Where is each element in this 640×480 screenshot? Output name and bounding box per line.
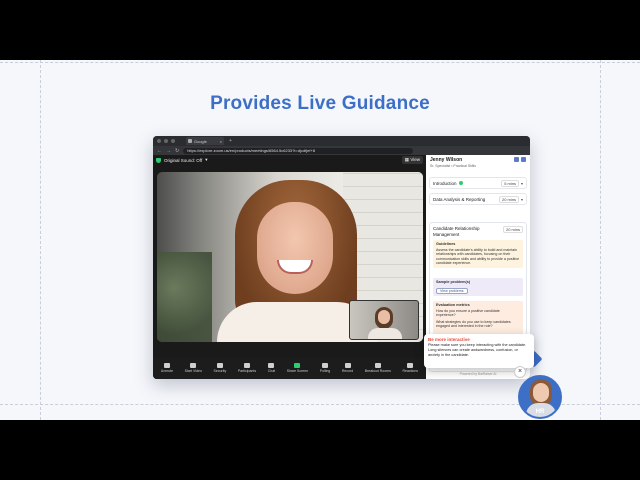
poll-icon: [322, 363, 328, 368]
share-icon: [294, 363, 301, 368]
guidance-tooltip: Be more interactive Please make sure you…: [424, 334, 534, 368]
sample-problems-box: Sample problem(s) View problems: [433, 278, 523, 297]
address-bar-row: ← → ↻ https://explore.zoom.us/en/product…: [153, 146, 530, 155]
url-field[interactable]: https://explore.zoom.us/en/products/meet…: [183, 147, 414, 154]
browser-tab-title: Google: [194, 138, 207, 144]
microphone-icon: [163, 363, 170, 368]
security-button[interactable]: Security: [214, 363, 226, 373]
chat-button[interactable]: Chat: [268, 363, 275, 373]
favicon-icon: [188, 139, 192, 143]
zoom-meeting-area: Original Sound: Off ▾ ▦ View Unmute Star…: [153, 155, 426, 379]
unmute-button[interactable]: Unmute: [161, 363, 173, 373]
audio-label: Original Sound: Off: [164, 157, 203, 163]
chevron-down-icon: ▾: [520, 180, 523, 186]
browser-tab[interactable]: Google ×: [186, 137, 224, 145]
interviewer-name: Jenny Wilson: [430, 157, 463, 163]
window-control-icon[interactable]: [164, 139, 168, 143]
browser-tab-bar: Google × +: [153, 136, 530, 146]
record-button[interactable]: Record: [342, 363, 353, 373]
chevron-down-icon: ▾: [520, 196, 523, 202]
section-introduction[interactable]: Introduction 5 mins ▾: [429, 177, 527, 189]
record-icon: [344, 363, 351, 368]
slide-background: Provides Live Guidance Google × + ← → ↻ …: [0, 60, 640, 420]
new-tab-icon[interactable]: +: [229, 138, 232, 144]
metric-item: How do you ensure a positive candidate e…: [436, 308, 500, 318]
start-video-button[interactable]: Start Video: [185, 363, 202, 373]
breakout-icon: [374, 363, 381, 368]
view-button[interactable]: ▦ View: [401, 156, 423, 164]
window-control-icon[interactable]: [171, 139, 175, 143]
avatar[interactable]: HR: [518, 375, 562, 419]
tooltip-body: Please make sure you keep interacting wi…: [428, 343, 527, 357]
security-icon: [216, 363, 223, 368]
interviewer-role: Sr. Specialist • Practical Skills: [430, 164, 476, 168]
self-view-video[interactable]: [349, 300, 419, 340]
camera-icon: [190, 363, 197, 368]
close-tab-icon[interactable]: ×: [220, 139, 222, 144]
chat-icon: [268, 363, 275, 368]
avatar-label: HR: [535, 409, 545, 415]
forward-icon[interactable]: →: [166, 148, 171, 154]
window-control-icon[interactable]: [157, 139, 161, 143]
expand-icon[interactable]: [514, 157, 519, 162]
shield-icon: [156, 157, 161, 163]
metric-item: What strategies do you use to keep candi…: [436, 319, 511, 329]
participant-face: [257, 202, 333, 294]
main-video: [157, 172, 423, 342]
tooltip-title: Be more interactive: [428, 337, 470, 342]
check-icon: [458, 181, 463, 185]
section-duration: 20 mins: [502, 226, 523, 233]
reaction-icon: [407, 363, 414, 368]
back-icon[interactable]: ←: [157, 148, 162, 154]
chevron-down-icon: ▾: [205, 157, 208, 162]
meeting-toolbar: Unmute Start Video Security Participants…: [153, 357, 426, 379]
guidelines-box: Guidelines Assess the candidate's abilit…: [433, 240, 523, 268]
section-title: Candidate Relationship Management: [433, 226, 480, 237]
reactions-button[interactable]: Reactions: [402, 363, 418, 373]
polling-button[interactable]: Polling: [320, 363, 330, 373]
participants-button[interactable]: Participants: [238, 363, 256, 373]
section-data-analysis[interactable]: Data Analysis & Reporting 20 mins ▾: [429, 193, 527, 205]
background-plant: [157, 252, 212, 342]
close-icon[interactable]: ×: [514, 366, 526, 378]
reload-icon[interactable]: ↻: [175, 148, 179, 154]
share-screen-button[interactable]: Share Screen: [287, 363, 308, 373]
view-problems-button[interactable]: View problems: [436, 287, 468, 295]
audio-status[interactable]: Original Sound: Off ▾: [156, 157, 207, 163]
participants-icon: [243, 363, 250, 368]
menu-icon[interactable]: [521, 157, 526, 162]
guide-line: [0, 62, 640, 63]
breakout-rooms-button[interactable]: Breakout Rooms: [365, 363, 391, 373]
slide-headline: Provides Live Guidance: [210, 93, 430, 114]
panel-controls: [514, 157, 526, 162]
